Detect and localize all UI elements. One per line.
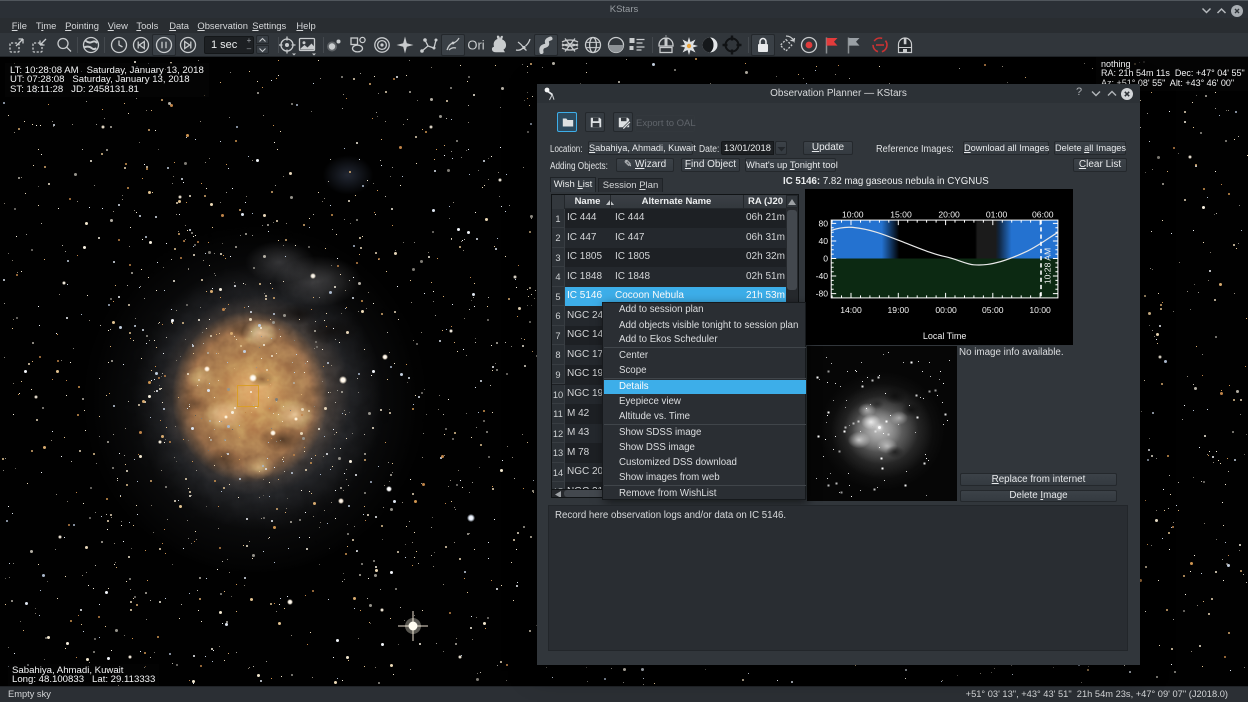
svg-text:00:00: 00:00: [935, 305, 957, 315]
svg-text:10:00: 10:00: [1029, 305, 1051, 315]
svg-text:0: 0: [823, 254, 828, 264]
svg-text:Local Time: Local Time: [923, 331, 967, 341]
svg-text:-80: -80: [816, 289, 829, 299]
svg-text:01:00: 01:00: [986, 210, 1008, 220]
svg-text:14:00: 14:00: [840, 305, 862, 315]
svg-text:19:00: 19:00: [888, 305, 910, 315]
svg-text:10:28 AM: 10:28 AM: [1043, 248, 1053, 284]
svg-text:80: 80: [818, 218, 828, 228]
svg-text:06:00: 06:00: [1032, 210, 1054, 220]
svg-text:40: 40: [818, 236, 828, 246]
svg-text:-40: -40: [816, 271, 829, 281]
svg-text:20:00: 20:00: [938, 210, 960, 220]
svg-text:Ori: Ori: [467, 38, 484, 53]
svg-text:10:00: 10:00: [842, 210, 864, 220]
svg-text:05:00: 05:00: [982, 305, 1004, 315]
svg-text:15:00: 15:00: [890, 210, 912, 220]
